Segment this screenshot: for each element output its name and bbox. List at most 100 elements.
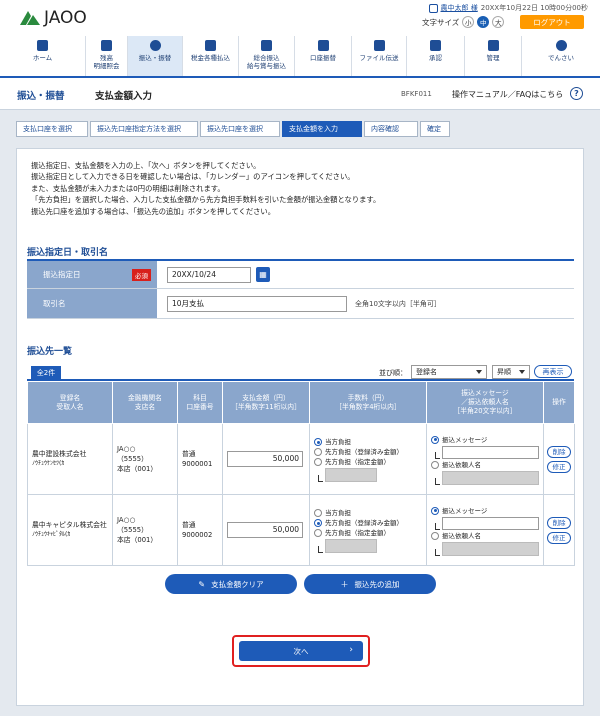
fee-option-ours[interactable]: 当方負担 bbox=[314, 438, 422, 446]
page-title: 支払金額入力 bbox=[95, 91, 153, 102]
main-panel: 振込指定日、支払金額を入力の上、「次へ」ボタンを押してください。 振込指定日とし… bbox=[16, 148, 584, 706]
nav-debit[interactable]: 口座振替 bbox=[295, 36, 352, 76]
corner-arrow-icon bbox=[435, 522, 440, 530]
transaction-name-input[interactable]: 10月支払 bbox=[167, 295, 347, 312]
font-size-large-button[interactable]: 大 bbox=[492, 16, 505, 28]
step-6: 確定 bbox=[420, 121, 450, 137]
radio-selected bbox=[314, 438, 322, 446]
bank-code: （5555） bbox=[117, 455, 148, 463]
step-5: 内容確認 bbox=[364, 121, 418, 137]
font-size-medium-button[interactable]: 中 bbox=[477, 16, 490, 28]
nav-tax[interactable]: 税金各種払込 bbox=[183, 36, 239, 76]
step-4-current: 支払金額を入力 bbox=[282, 121, 362, 137]
transfer-date-input[interactable]: 20XX/10/24 bbox=[167, 266, 251, 283]
nav-approve[interactable]: 承認 bbox=[407, 36, 465, 76]
bank-cell: JA○○ （5555） 本店（001） bbox=[112, 423, 178, 495]
redisplay-button[interactable]: 再表示 bbox=[534, 365, 572, 378]
nav-densai[interactable]: でんさい bbox=[522, 36, 600, 76]
approve-icon bbox=[430, 40, 441, 51]
col-ops: 操作 bbox=[543, 381, 575, 424]
fee-option-registered[interactable]: 先方負担（登録済み金額） bbox=[314, 519, 422, 527]
table-header: 登録名 受取人名 金融機関名 支店名 科目 口座番号 支払金額（円） ［半角数字… bbox=[27, 381, 575, 424]
amount-input[interactable]: 50,000 bbox=[227, 522, 303, 538]
radio-selected bbox=[314, 519, 322, 527]
fee-option-label: 先方負担（指定金額） bbox=[325, 529, 390, 537]
add-payee-button[interactable]: ＋ 振込先の追加 bbox=[304, 574, 436, 594]
sort-key-select[interactable]: 登録名 bbox=[411, 365, 487, 379]
nav-label: 総合振込 給与賞与振込 bbox=[247, 54, 286, 70]
msg-option-message[interactable]: 振込メッセージ bbox=[431, 506, 539, 515]
bank-name: JA○○ bbox=[117, 516, 136, 524]
ops-cell: 削除 修正 bbox=[543, 494, 575, 566]
nav-label: ファイル伝送 bbox=[359, 54, 399, 62]
fee-option-specified[interactable]: 先方負担（指定金額） bbox=[314, 529, 422, 537]
radio bbox=[314, 448, 322, 456]
fee-amount-sub bbox=[318, 539, 422, 553]
nav-bulk[interactable]: 総合振込 給与賞与振込 bbox=[239, 36, 295, 76]
fee-option-ours[interactable]: 当方負担 bbox=[314, 509, 422, 517]
sort-label: 並び順： bbox=[379, 369, 407, 377]
msg-option-requester[interactable]: 振込依頼人名 bbox=[431, 531, 539, 540]
message-input[interactable] bbox=[441, 516, 539, 530]
fee-option-label: 先方負担（指定金額） bbox=[325, 458, 390, 466]
date-value-cell: 20XX/10/24 ▦ bbox=[157, 261, 574, 288]
bank-name: JA○○ bbox=[117, 445, 136, 453]
plus-icon: ＋ bbox=[340, 579, 349, 589]
nav-home[interactable]: ホーム bbox=[0, 36, 86, 76]
logo-text: JAOO bbox=[44, 8, 87, 28]
radio bbox=[431, 460, 439, 469]
file-transfer-icon bbox=[373, 40, 385, 51]
user-info: 農中太郎 様 20XX年10月22日 10時00分00秒 bbox=[428, 3, 588, 13]
amount-cell: 50,000 bbox=[222, 494, 310, 566]
home-icon bbox=[37, 40, 48, 51]
edit-button[interactable]: 修正 bbox=[547, 460, 571, 473]
corner-arrow-icon bbox=[318, 475, 323, 482]
help-link[interactable]: 操作マニュアル／FAQはこちら bbox=[452, 89, 563, 100]
header: JAOO 農中太郎 様 20XX年10月22日 10時00分00秒 文字サイズ … bbox=[0, 0, 600, 36]
main-nav: ホーム 残高 明細照会 振込・振替 税金各種払込 総合振込 給与賞与振込 口座振… bbox=[0, 36, 600, 78]
radio-selected bbox=[431, 506, 439, 515]
msg-option-message[interactable]: 振込メッセージ bbox=[431, 435, 539, 444]
delete-button[interactable]: 削除 bbox=[547, 516, 571, 529]
font-size-small-button[interactable]: 小 bbox=[462, 16, 475, 28]
help-question-icon[interactable]: ? bbox=[570, 87, 583, 100]
sort-order-value: 昇順 bbox=[497, 368, 511, 376]
date-label: 振込指定日 必須 bbox=[27, 261, 157, 288]
page-category: 振込・振替 bbox=[17, 91, 65, 102]
col-account: 科目 口座番号 bbox=[177, 381, 223, 424]
sort-order-select[interactable]: 昇順 bbox=[492, 365, 530, 379]
message-cell: 振込メッセージ 振込依頼人名 bbox=[426, 423, 544, 495]
payee-name-cell: 農中キャピタル株式会社 ﾉｳﾁｭｳｷｬﾋﾟﾀﾙ(ｶ bbox=[27, 494, 113, 566]
account-type: 普通 bbox=[182, 450, 196, 458]
delete-button[interactable]: 削除 bbox=[547, 445, 571, 458]
nav-admin[interactable]: 管理 bbox=[465, 36, 522, 76]
amount-input[interactable]: 50,000 bbox=[227, 451, 303, 467]
calendar-icon[interactable]: ▦ bbox=[256, 267, 270, 282]
nav-transfer[interactable]: 振込・振替 bbox=[128, 36, 183, 76]
fee-option-specified[interactable]: 先方負担（指定金額） bbox=[314, 458, 422, 466]
msg-option-requester[interactable]: 振込依頼人名 bbox=[431, 460, 539, 469]
message-sub bbox=[435, 516, 539, 530]
account-cell: 普通 9000001 bbox=[177, 423, 223, 495]
user-name-link[interactable]: 農中太郎 様 bbox=[441, 3, 478, 13]
next-label: 次へ bbox=[293, 646, 309, 656]
nav-file[interactable]: ファイル伝送 bbox=[352, 36, 407, 76]
eraser-icon: ✎ bbox=[198, 579, 206, 589]
account-number: 9000002 bbox=[182, 531, 213, 539]
page-titlebar: 振込・振替 支払金額入力 BFKF011 操作マニュアル／FAQはこちら ? bbox=[0, 78, 600, 110]
clear-amount-button[interactable]: ✎ 支払金額クリア bbox=[165, 574, 297, 594]
edit-button[interactable]: 修正 bbox=[547, 531, 571, 544]
nav-label: 管理 bbox=[486, 54, 500, 62]
fee-option-registered[interactable]: 先方負担（登録済み金額） bbox=[314, 448, 422, 456]
fee-cell: 当方負担 先方負担（登録済み金額） 先方負担（指定金額） bbox=[309, 423, 427, 495]
step-3: 振込先口座を選択 bbox=[200, 121, 280, 137]
message-input[interactable] bbox=[441, 445, 539, 459]
corner-arrow-icon bbox=[435, 451, 440, 459]
table-row: 農中建設株式会社 ﾉｳﾁｭｳｹﾝｾﾂ(ｶ JA○○ （5555） 本店（001） 普通… bbox=[27, 423, 575, 495]
branch-name: 本店（001） bbox=[117, 465, 158, 473]
fee-option-label: 先方負担（登録済み金額） bbox=[325, 519, 403, 527]
screen-id: BFKF011 bbox=[401, 90, 432, 98]
next-button[interactable]: 次へ › bbox=[239, 641, 363, 661]
logout-button[interactable]: ログアウト bbox=[520, 15, 584, 29]
nav-balance[interactable]: 残高 明細照会 bbox=[86, 36, 128, 76]
